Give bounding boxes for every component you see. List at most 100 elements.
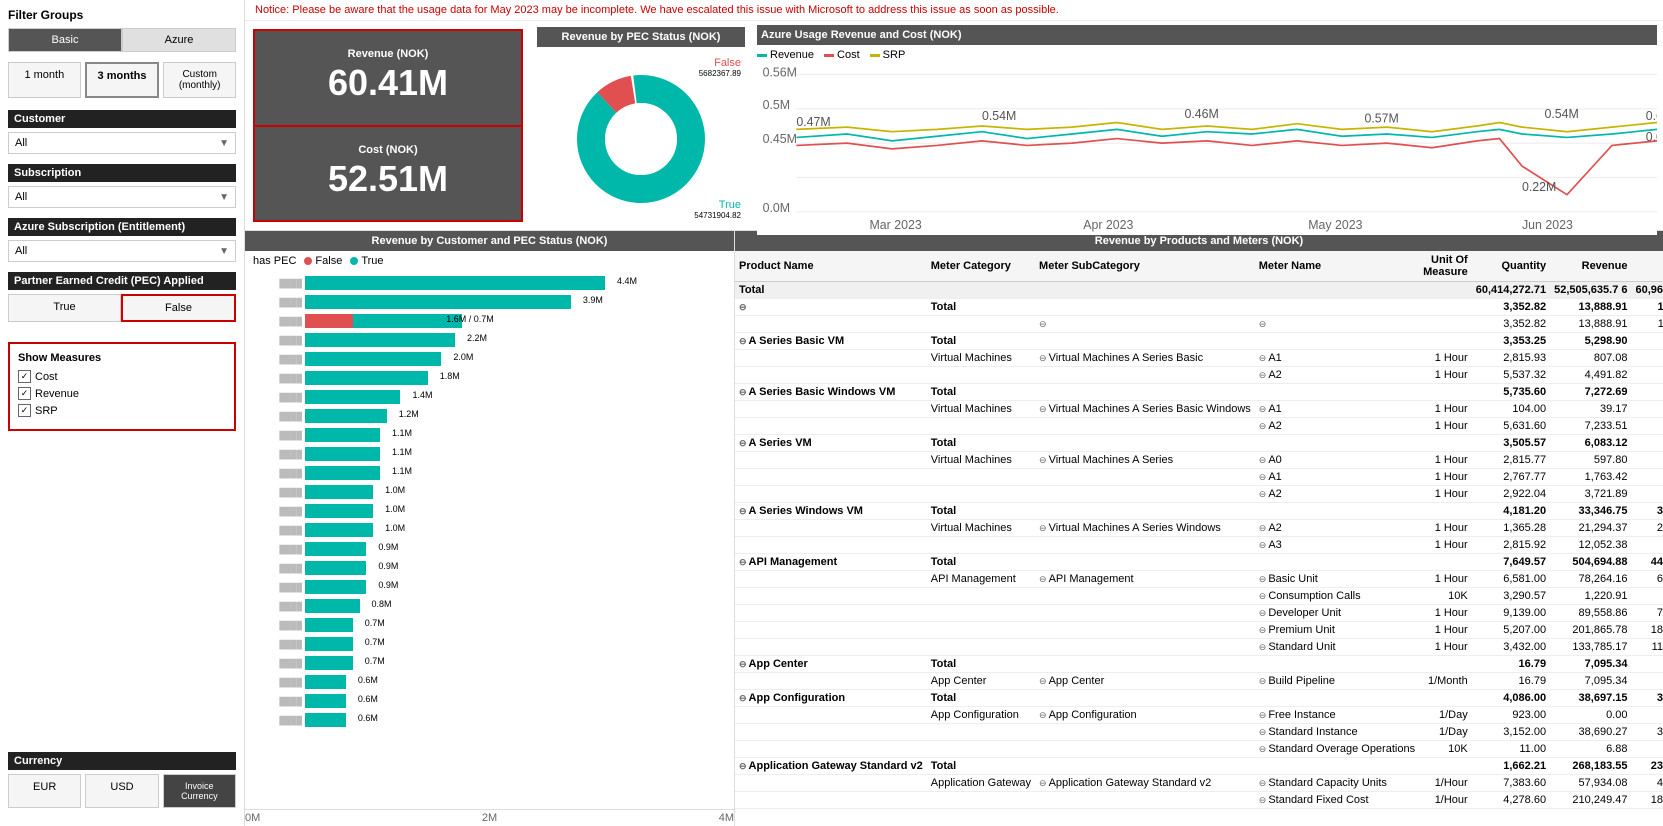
currency-usd[interactable]: USD <box>85 774 158 808</box>
cell-meter-sub: ⊖Virtual Machines A Series Basic <box>1035 350 1255 367</box>
svg-text:0.05M: 0.05M <box>1646 130 1657 144</box>
cell-product <box>735 316 927 333</box>
table-wrapper[interactable]: Product Name Meter Category Meter SubCat… <box>735 251 1663 826</box>
cell-cost: 67,413.46 <box>1631 571 1663 588</box>
time-1month[interactable]: 1 month <box>8 62 81 98</box>
col-product: Product Name <box>735 251 927 282</box>
currency-section: Currency EUR USD Invoice Currency <box>8 752 236 808</box>
cell-quantity: 3,353.25 <box>1472 333 1550 350</box>
cell-product <box>735 605 927 622</box>
svg-text:0.5M: 0.5M <box>763 98 790 112</box>
cell-revenue: 201,865.78 <box>1550 622 1631 639</box>
cell-product: ⊖App Center <box>735 656 927 673</box>
cell-meter-cat: Total <box>927 384 1035 401</box>
table-row: ⊖A Series Basic VM Total 3,353.25 5,298.… <box>735 333 1663 350</box>
cell-cost: 4,504.07 <box>1631 333 1663 350</box>
customer-arrow: ▼ <box>219 138 229 149</box>
cell-quantity: 104.00 <box>1472 401 1550 418</box>
tab-azure[interactable]: Azure <box>122 28 236 52</box>
cell-revenue: 7,233.51 <box>1550 418 1631 435</box>
notice-bar: Notice: Please be aware that the usage d… <box>245 0 1663 21</box>
bar-label: ████ <box>247 275 302 291</box>
main-container: Filter Groups Basic Azure 1 month 3 mont… <box>0 0 1663 826</box>
svg-text:0.22M: 0.22M <box>1522 180 1556 194</box>
bar-label: ████ <box>247 446 302 462</box>
teal-bar: 3.9M <box>305 295 571 309</box>
col-uom: Unit OfMeasure <box>1419 251 1472 282</box>
cell-meter-name: ⊖Basic Unit <box>1255 571 1419 588</box>
bar-value-label: 1.1M <box>392 447 412 457</box>
cell-cost: 11,715.95 <box>1631 316 1663 333</box>
cell-cost: 20,910.64 <box>1631 520 1663 537</box>
cell-uom: 1 Hour <box>1419 639 1472 656</box>
cell-meter-name <box>1255 656 1419 673</box>
cell-product <box>735 520 927 537</box>
cell-quantity: 2,767.77 <box>1472 469 1550 486</box>
filter-tabs: Basic Azure <box>8 28 236 52</box>
cell-quantity: 1,365.28 <box>1472 520 1550 537</box>
bar-value-label: 1.0M <box>385 485 405 495</box>
cell-meter-name <box>1255 758 1419 775</box>
bar-row: ████1.6M / 0.7M <box>305 313 726 329</box>
cell-product: Total <box>735 282 927 299</box>
cell-meter-sub: ⊖Application Gateway Standard v2 <box>1035 775 1255 792</box>
cost-checkbox[interactable]: ✓ <box>18 370 31 383</box>
revenue-value: 60.41M <box>259 60 517 107</box>
srp-checkbox[interactable]: ✓ <box>18 404 31 417</box>
bar-row: ████4.4M <box>305 275 726 291</box>
cell-meter-cat: Total <box>927 758 1035 775</box>
cell-meter-sub <box>1035 469 1255 486</box>
cell-meter-cat <box>927 316 1035 333</box>
cell-meter-cat: App Center <box>927 673 1035 690</box>
table-row: API Management ⊖API Management ⊖Basic Un… <box>735 571 1663 588</box>
cell-cost: 49,359.09 <box>1631 775 1663 792</box>
subscription-select[interactable]: All ▼ <box>8 186 236 208</box>
cell-meter-name: ⊖Standard Unit <box>1255 639 1419 656</box>
pec-false-btn[interactable]: False <box>121 294 236 322</box>
cell-meter-cat <box>927 486 1035 503</box>
cell-cost: 6,031.04 <box>1631 656 1663 673</box>
bar-label: ████ <box>247 693 302 709</box>
measure-revenue: ✓ Revenue <box>18 387 226 400</box>
pec-true-btn[interactable]: True <box>8 294 121 322</box>
time-3months[interactable]: 3 months <box>85 62 160 98</box>
cell-revenue: 597.80 <box>1550 452 1631 469</box>
measure-cost: ✓ Cost <box>18 370 226 383</box>
cell-meter-name: ⊖Standard Overage Operations <box>1255 741 1419 758</box>
cell-meter-sub <box>1035 554 1255 571</box>
teal-bar: 0.6M <box>305 675 346 689</box>
azure-sub-arrow: ▼ <box>219 246 229 257</box>
currency-invoice[interactable]: Invoice Currency <box>163 774 236 808</box>
cell-meter-cat <box>927 792 1035 809</box>
time-custom[interactable]: Custom(monthly) <box>163 62 236 98</box>
tab-basic[interactable]: Basic <box>8 28 122 52</box>
teal-bar: 1.6M / 0.7M <box>353 314 462 328</box>
subscription-filter: Subscription All ▼ <box>8 164 236 208</box>
table-row: ⊖A Series Basic Windows VM Total 5,735.6… <box>735 384 1663 401</box>
table-row: ⊖Consumption Calls 10K 3,290.57 1,220.91… <box>735 588 1663 605</box>
cell-meter-cat: Total <box>927 656 1035 673</box>
cell-uom: 1/Hour <box>1419 792 1472 809</box>
customer-select[interactable]: All ▼ <box>8 132 236 154</box>
currency-eur[interactable]: EUR <box>8 774 81 808</box>
cell-revenue: 57,934.08 <box>1550 775 1631 792</box>
svg-text:May 2023: May 2023 <box>1308 218 1362 232</box>
cell-quantity: 7,383.60 <box>1472 775 1550 792</box>
cell-cost: 3,163.61 <box>1631 486 1663 503</box>
cell-product: ⊖A Series Basic Windows VM <box>735 384 927 401</box>
col-meter-name: Meter Name <box>1255 251 1419 282</box>
cell-meter-name: ⊖A3 <box>1255 537 1419 554</box>
cell-meter-sub <box>1035 656 1255 673</box>
table-row: Virtual Machines ⊖Virtual Machines A Ser… <box>735 401 1663 418</box>
false-value: 5682367.89 <box>699 69 741 78</box>
cell-quantity: 1,662.21 <box>1472 758 1550 775</box>
cell-cost: 77,487.99 <box>1631 605 1663 622</box>
cell-revenue: 13,888.91 <box>1550 316 1631 333</box>
azure-sub-select[interactable]: All ▼ <box>8 240 236 262</box>
cell-cost: 900.09 <box>1631 588 1663 605</box>
cell-meter-sub: ⊖Virtual Machines A Series Windows <box>1035 520 1255 537</box>
true-value: 54731904.82 <box>694 211 741 220</box>
revenue-checkbox[interactable]: ✓ <box>18 387 31 400</box>
cost-label: Cost <box>35 371 58 383</box>
cell-product <box>735 486 927 503</box>
